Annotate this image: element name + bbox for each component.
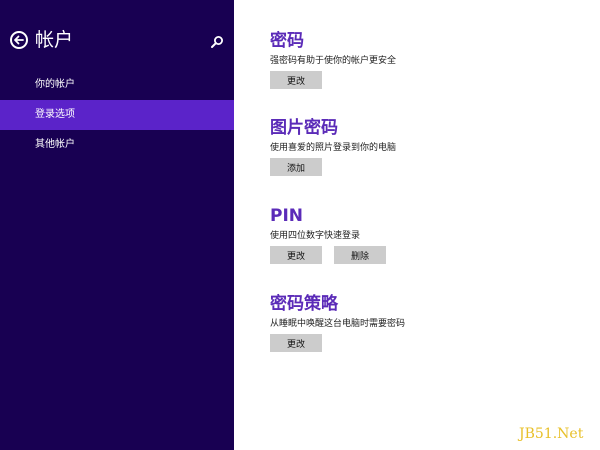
password-title: 密码 [270, 31, 304, 51]
picture-password-actions: 添加 [270, 158, 570, 176]
watermark: JB51.Net [519, 426, 584, 442]
picture-password-section: 图片密码 使用喜爱的照片登录到你的电脑 添加 [270, 118, 570, 176]
password-policy-description: 从睡眠中唤醒这台电脑时需要密码 [270, 319, 406, 329]
sidebar-item-sign-in-options[interactable]: 登录选项 [0, 100, 234, 130]
password-policy-actions: 更改 [270, 334, 570, 352]
sidebar-item-your-account[interactable]: 你的帐户 [0, 70, 234, 100]
picture-password-description: 使用喜爱的照片登录到你的电脑 [270, 143, 397, 153]
add-picture-password-button[interactable]: 添加 [270, 158, 322, 176]
sidebar-item-other-accounts[interactable]: 其他帐户 [0, 130, 234, 160]
back-arrow-icon [14, 35, 24, 45]
sidebar-nav: 你的帐户 登录选项 其他帐户 [0, 70, 234, 160]
settings-window: 帐户 你的帐户 登录选项 其他帐户 密码 强密码有助于使你的帐户更安全 更改 图… [0, 0, 600, 450]
pin-title: PIN [270, 206, 304, 226]
password-policy-section: 密码策略 从睡眠中唤醒这台电脑时需要密码 更改 [270, 294, 570, 352]
search-icon [211, 36, 223, 48]
password-actions: 更改 [270, 71, 570, 89]
picture-password-title: 图片密码 [270, 118, 338, 138]
sidebar: 帐户 你的帐户 登录选项 其他帐户 [0, 0, 234, 450]
remove-pin-button[interactable]: 删除 [334, 246, 386, 264]
pin-section: PIN 使用四位数字快速登录 更改 删除 [270, 206, 570, 264]
change-pin-button[interactable]: 更改 [270, 246, 322, 264]
password-section: 密码 强密码有助于使你的帐户更安全 更改 [270, 31, 570, 89]
back-button[interactable] [10, 31, 28, 49]
password-policy-title: 密码策略 [270, 294, 338, 314]
change-password-button[interactable]: 更改 [270, 71, 322, 89]
pin-actions: 更改 删除 [270, 246, 570, 264]
search-button[interactable] [210, 35, 224, 49]
change-password-policy-button[interactable]: 更改 [270, 334, 322, 352]
pin-description: 使用四位数字快速登录 [270, 231, 361, 241]
page-title: 帐户 [35, 29, 74, 51]
password-description: 强密码有助于使你的帐户更安全 [270, 56, 397, 66]
